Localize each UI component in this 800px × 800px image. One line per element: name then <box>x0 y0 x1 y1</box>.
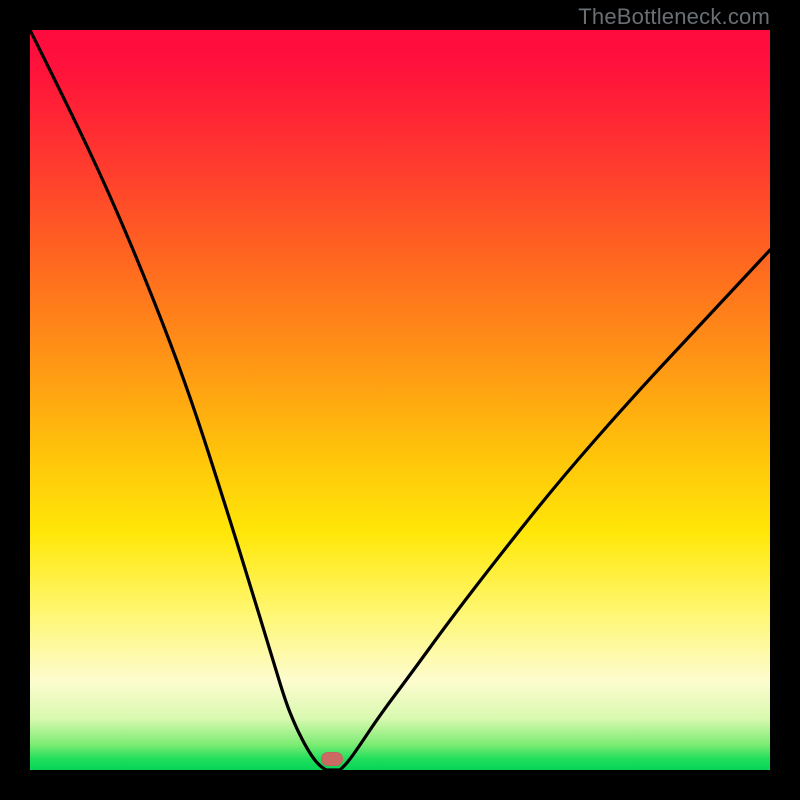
watermark-text: TheBottleneck.com <box>578 4 770 30</box>
chart-frame: TheBottleneck.com <box>0 0 800 800</box>
bottleneck-curve <box>30 30 770 770</box>
optimal-point-marker <box>321 752 343 766</box>
plot-area <box>30 30 770 770</box>
